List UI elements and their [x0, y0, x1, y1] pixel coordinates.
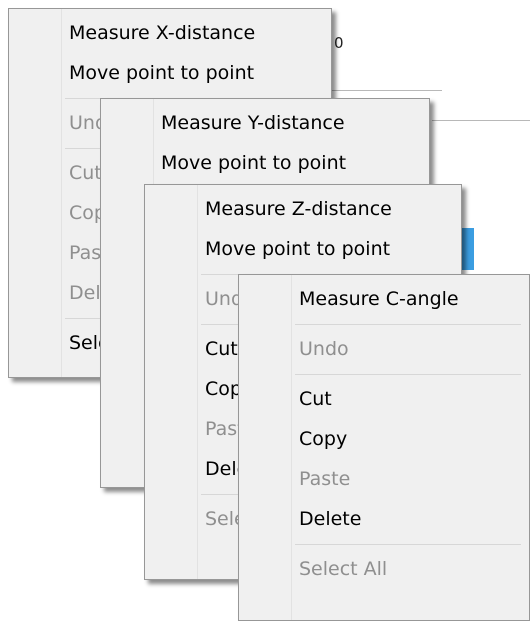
menu-separator	[295, 324, 521, 325]
menu-item-move-point-to-point[interactable]: Move point to point	[205, 229, 461, 269]
menu-item-measure-c-angle[interactable]: Measure C-angle	[299, 279, 529, 319]
menu-item-move-point-to-point[interactable]: Move point to point	[69, 53, 331, 93]
context-menu-c: Measure C-angle Undo Cut Copy Paste Delete Sel…	[238, 274, 530, 621]
menu-item-copy[interactable]: Copy	[299, 419, 529, 459]
menu-item-move-point-to-point[interactable]: Move point to point	[161, 143, 429, 183]
background-gridline-1	[332, 90, 442, 91]
background-selection	[462, 228, 474, 270]
menu-gutter	[9, 9, 62, 377]
menu-separator	[295, 374, 521, 375]
menu-item-cut[interactable]: Cut	[299, 379, 529, 419]
menu-item-measure-x-distance[interactable]: Measure X-distance	[69, 13, 331, 53]
menu-gutter	[145, 185, 198, 579]
background-fragment-top: 0	[334, 34, 344, 52]
menu-item-measure-y-distance[interactable]: Measure Y-distance	[161, 103, 429, 143]
screen: 0 N Measure X-distanceMove point to poin…	[0, 0, 530, 621]
background-gridline-2	[432, 120, 530, 121]
menu-gutter	[239, 275, 292, 620]
menu-separator	[295, 544, 521, 545]
menu-item-delete[interactable]: Delete	[299, 499, 529, 539]
menu-item-undo[interactable]: Undo	[299, 329, 529, 369]
menu-item-select-all[interactable]: Select All	[299, 549, 529, 589]
menu-item-measure-z-distance[interactable]: Measure Z-distance	[205, 189, 461, 229]
menu-item-paste[interactable]: Paste	[299, 459, 529, 499]
